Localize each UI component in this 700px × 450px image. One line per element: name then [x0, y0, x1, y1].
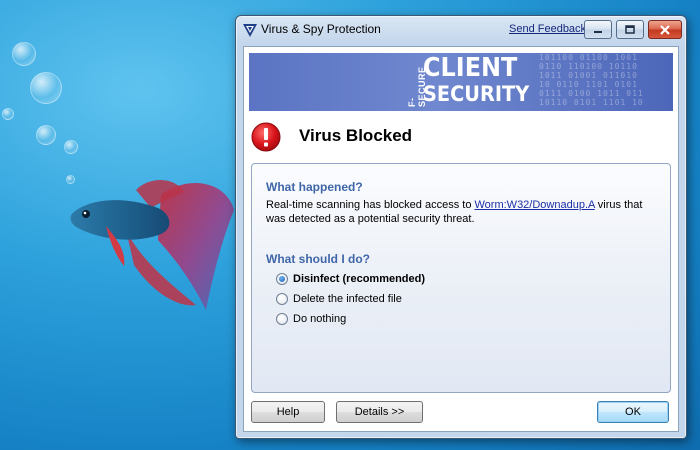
close-button[interactable] — [648, 20, 682, 39]
help-button[interactable]: Help — [251, 401, 325, 423]
radio-button[interactable] — [276, 313, 288, 325]
bubble — [64, 140, 78, 154]
alert-dialog-window: Virus & Spy Protection Send Feedback 101… — [235, 15, 687, 439]
option-do-nothing[interactable]: Do nothing — [276, 311, 346, 327]
betta-fish-image — [70, 180, 234, 310]
alert-heading: Virus Blocked — [299, 126, 413, 145]
banner-title-line2: SECURITY — [423, 82, 530, 106]
banner-brand: F-SECURE — [407, 66, 427, 107]
minimize-icon — [594, 30, 602, 33]
title-bar[interactable]: Virus & Spy Protection Send Feedback — [236, 16, 686, 44]
option-delete-file[interactable]: Delete the infected file — [276, 291, 402, 307]
virus-name-link[interactable]: Worm:W32/Downadup.A — [475, 199, 595, 211]
radio-button-selected[interactable] — [276, 273, 288, 285]
f-secure-app-icon — [243, 24, 257, 37]
radio-button[interactable] — [276, 293, 288, 305]
what-happened-title: What happened? — [266, 180, 363, 194]
maximize-button[interactable] — [616, 20, 644, 39]
banner-binary-pattern: 101100 01100 1001 0110 110100 10110 1011… — [539, 53, 644, 107]
dialog-content: 101100 01100 1001 0110 110100 10110 1011… — [243, 46, 679, 432]
bubble — [12, 42, 36, 66]
bubble — [36, 125, 56, 145]
send-feedback-link[interactable]: Send Feedback — [509, 23, 586, 35]
close-icon — [660, 24, 670, 35]
error-icon — [251, 122, 281, 152]
option-label: Do nothing — [293, 313, 347, 325]
minimize-button[interactable] — [584, 20, 612, 39]
option-label: Delete the infected file — [293, 293, 402, 305]
banner-title-line1: CLIENT — [423, 53, 518, 83]
details-button[interactable]: Details >> — [336, 401, 423, 423]
what-to-do-title: What should I do? — [266, 252, 370, 266]
bubble — [30, 72, 62, 104]
description-text-start: Real-time scanning has blocked access to — [266, 199, 475, 211]
bubble — [2, 108, 14, 120]
what-happened-description: Real-time scanning has blocked access to… — [266, 198, 662, 226]
product-banner: 101100 01100 1001 0110 110100 10110 1011… — [249, 53, 673, 111]
option-label: Disinfect (recommended) — [293, 273, 426, 285]
option-disinfect[interactable]: Disinfect (recommended) — [276, 271, 425, 287]
maximize-icon — [625, 25, 635, 34]
ok-button[interactable]: OK — [597, 401, 669, 423]
details-panel: What happened? Real-time scanning has bl… — [251, 163, 671, 393]
window-title: Virus & Spy Protection — [261, 22, 381, 36]
